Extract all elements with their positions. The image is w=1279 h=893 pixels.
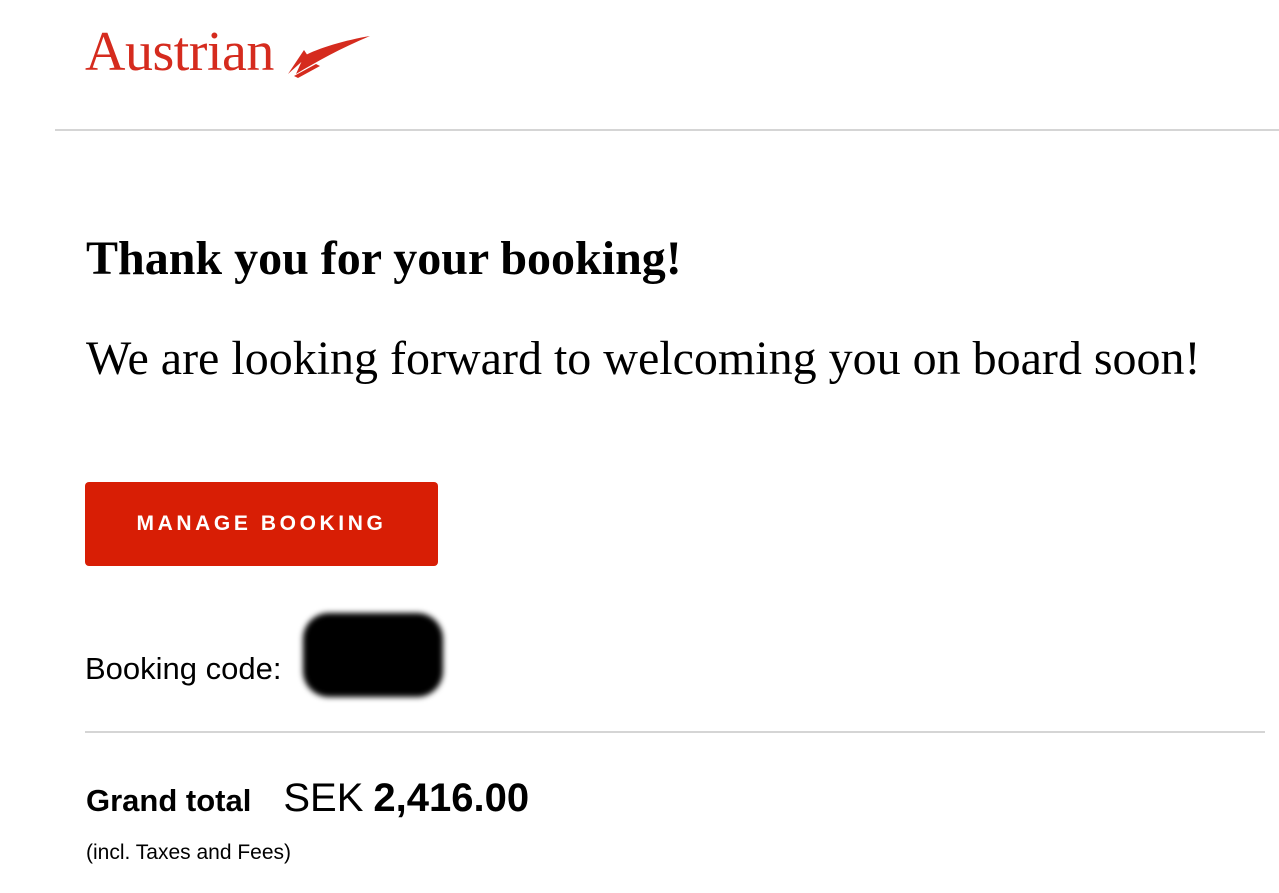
grand-total-amount: 2,416.00 — [373, 776, 530, 820]
booking-code-label: Booking code: — [85, 651, 282, 686]
grand-total-row: Grand total SEK 2,416.00 — [86, 776, 529, 821]
section-divider — [85, 731, 1265, 733]
booking-code-row: Booking code: — [85, 610, 444, 700]
header-divider — [55, 129, 1279, 131]
booking-code-redacted — [303, 613, 444, 697]
page-title: Thank you for your booking! — [86, 232, 682, 285]
grand-total-label: Grand total — [86, 783, 252, 818]
taxes-note: (incl. Taxes and Fees) — [86, 841, 292, 864]
austrian-logo: Austrian — [85, 22, 370, 82]
welcome-message: We are looking forward to welcoming you … — [86, 332, 1201, 385]
logo-wordmark: Austrian — [85, 21, 274, 83]
arrow-wing-icon — [287, 36, 370, 78]
manage-booking-button[interactable]: MANAGE BOOKING — [85, 482, 438, 566]
grand-total-currency: SEK — [283, 776, 364, 820]
